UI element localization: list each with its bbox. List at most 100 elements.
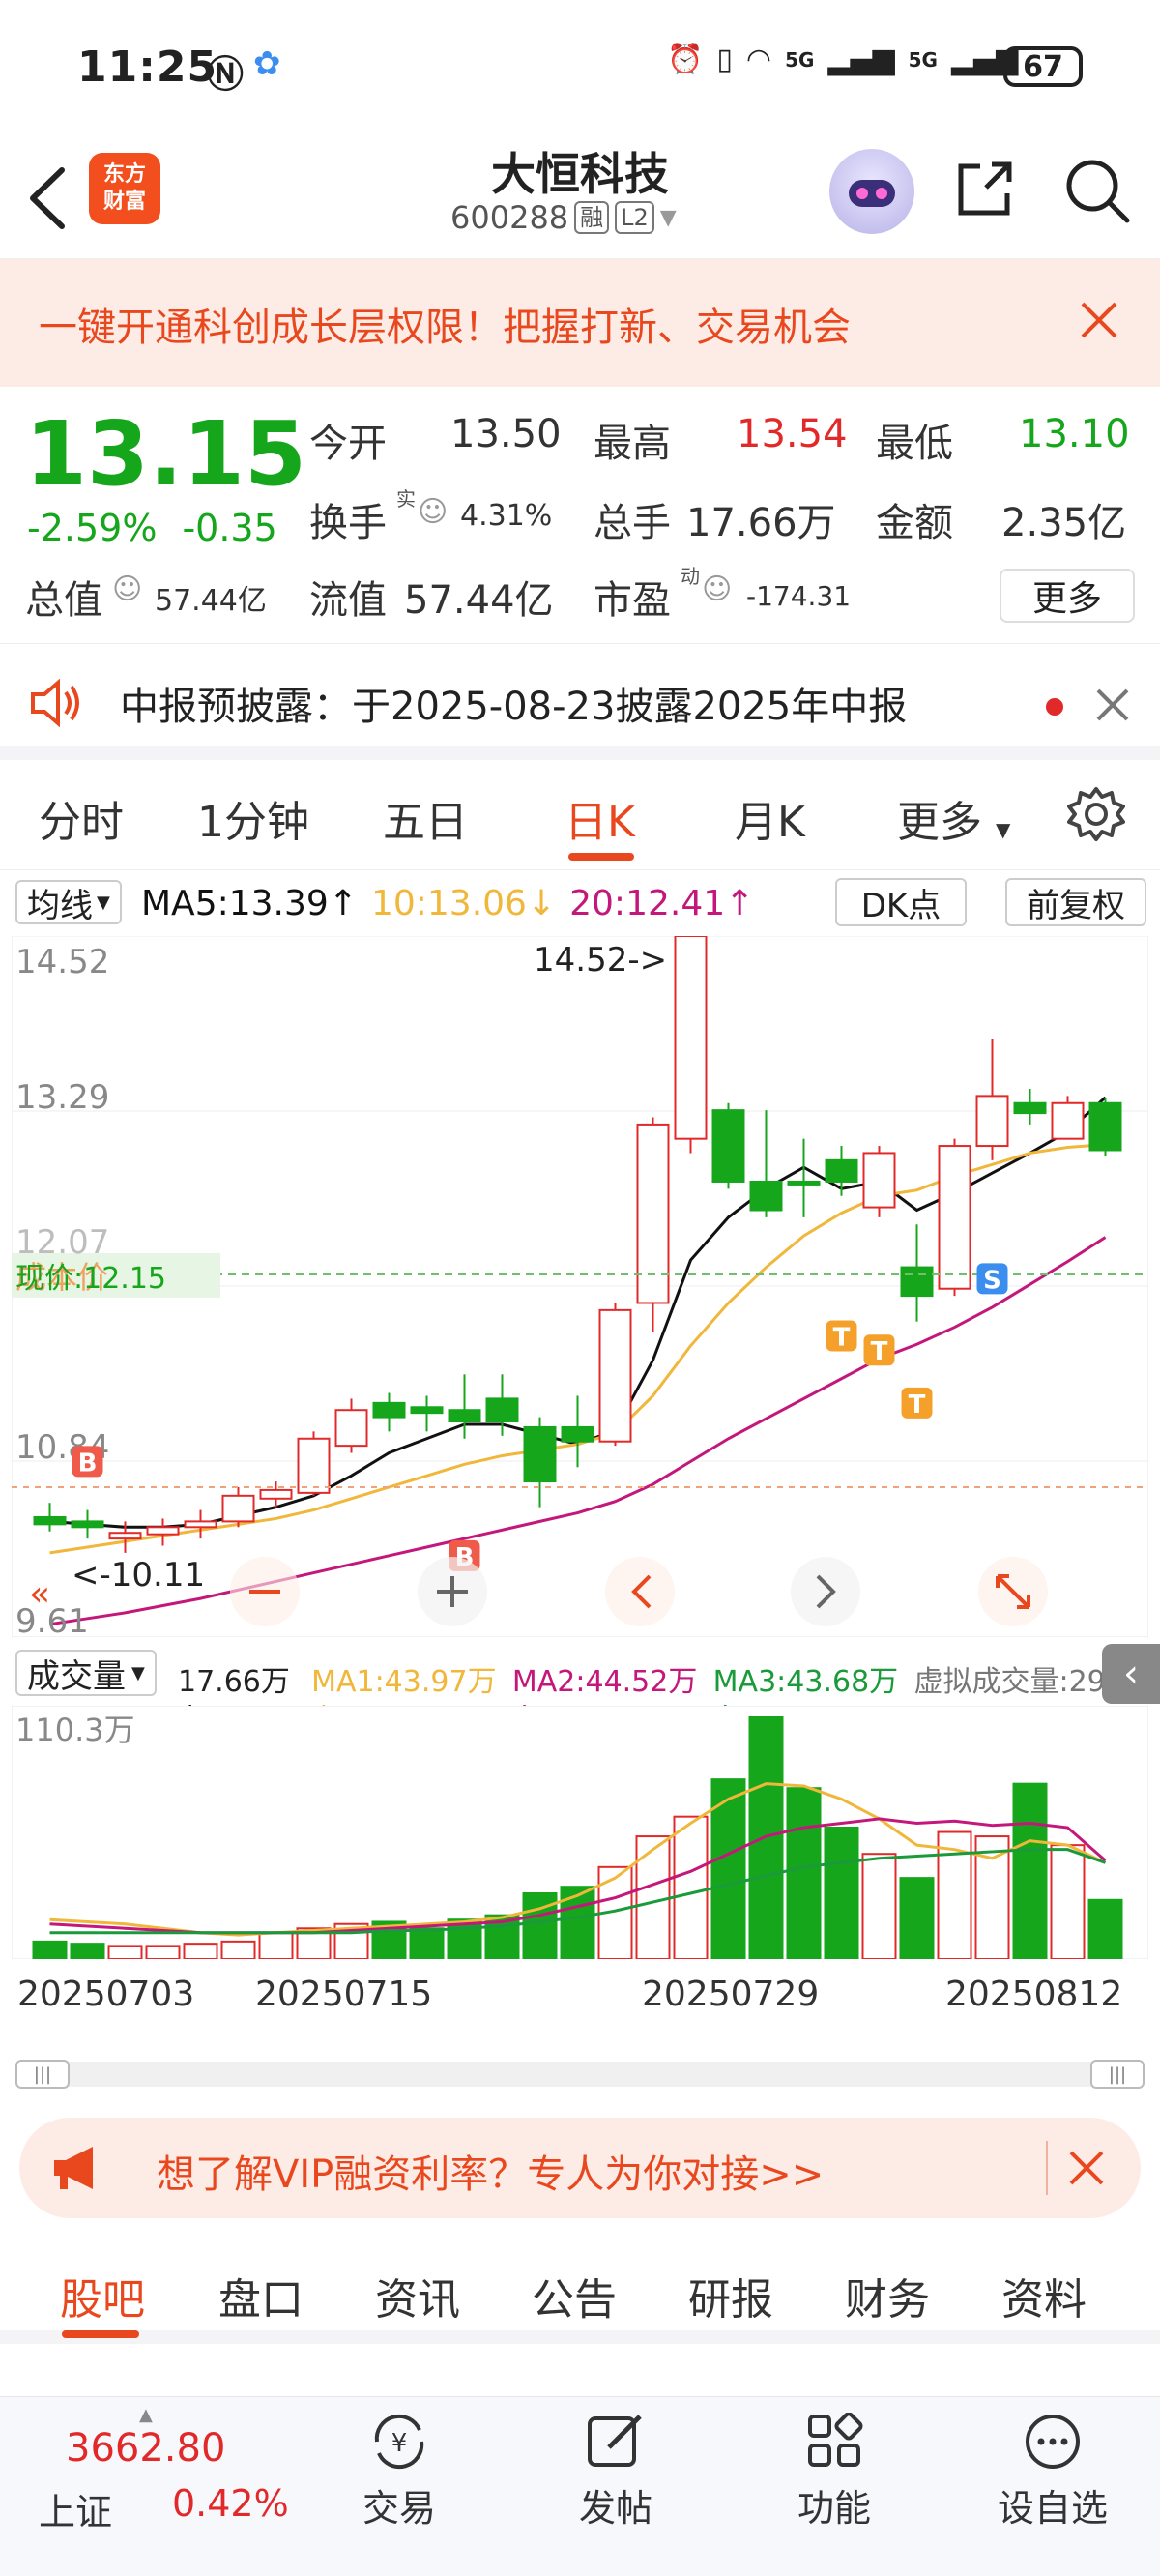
- nav-post[interactable]: 发帖: [543, 2413, 688, 2532]
- kline-chart[interactable]: 成本价 现价:12.15 14.52 13.29 12.07 10.84 9.6…: [12, 936, 1148, 1637]
- bottom-nav: ▲ 3662.80 上证 0.42% ¥ 交易 发帖 功能 设自选: [0, 2396, 1160, 2576]
- index-value[interactable]: 3662.80: [66, 2426, 225, 2471]
- margin-tag: 融: [574, 201, 610, 234]
- tab-guba[interactable]: 股吧: [60, 2265, 145, 2327]
- candle: [485, 1397, 519, 1423]
- tab-pankou[interactable]: 盘口: [218, 2265, 304, 2327]
- volume-bar: [1050, 1844, 1086, 1959]
- volume-bar: [258, 1931, 294, 1959]
- scroll-handle-left[interactable]: |||: [15, 2060, 70, 2089]
- close-icon[interactable]: [1065, 2147, 1108, 2189]
- pan-left-button[interactable]: [605, 1557, 675, 1626]
- pe-value: -174.31: [746, 580, 852, 612]
- share-icon[interactable]: [953, 157, 1017, 220]
- notice-text: 中报预披露：于2025-08-23披露2025年中报: [120, 685, 908, 729]
- status-time: 11:25: [77, 43, 218, 92]
- ma20-value: 20:12.41↑: [569, 884, 755, 923]
- notice-bar[interactable]: 中报预披露：于2025-08-23披露2025年中报: [0, 644, 1160, 760]
- candle: [975, 1095, 1009, 1148]
- candle: [221, 1494, 255, 1523]
- axis-top: 14.52: [15, 943, 109, 981]
- index-change: 0.42%: [172, 2482, 289, 2525]
- more-button[interactable]: 更多: [1000, 569, 1135, 623]
- nav-add-watchlist[interactable]: 设自选: [980, 2413, 1125, 2532]
- trade-marker-label: T: [909, 1390, 926, 1420]
- collapse-panel-button[interactable]: ‹: [1102, 1644, 1160, 1704]
- search-icon[interactable]: [1063, 157, 1131, 224]
- volume-chart[interactable]: 110.3万: [12, 1706, 1148, 1959]
- wifi-icon: ◠: [745, 43, 772, 76]
- volume-bar: [409, 1927, 445, 1959]
- battery-icon: 67: [1003, 46, 1083, 87]
- candle: [448, 1409, 481, 1423]
- turnover-label: 换手: [309, 501, 387, 545]
- tab-timeshare[interactable]: 分时: [39, 787, 124, 849]
- candle: [33, 1515, 67, 1526]
- ma-values: MA5:13.39↑ 10:13.06↓ 20:12.41↑: [141, 884, 754, 923]
- high-label: 最高: [594, 422, 671, 466]
- chart-scrollbar[interactable]: [15, 2062, 1145, 2087]
- date-label: 20250703: [17, 1975, 195, 2014]
- date-label: 20250729: [642, 1975, 820, 2014]
- tab-month-k[interactable]: 月K: [735, 787, 805, 849]
- tab-day-k[interactable]: 日K: [565, 787, 635, 849]
- scroll-left-icon[interactable]: «: [29, 1574, 50, 1614]
- pan-right-button[interactable]: [791, 1557, 860, 1626]
- close-icon[interactable]: [1094, 687, 1131, 723]
- close-icon[interactable]: [1077, 298, 1121, 342]
- vip-banner[interactable]: 想了解VIP融资利率？专人为你对接>>: [19, 2118, 1141, 2218]
- ai-assistant-icon[interactable]: [829, 149, 914, 234]
- tab-more[interactable]: 更多 ▼: [897, 787, 1010, 849]
- divider: [1046, 2141, 1048, 2195]
- turnover-value: 4.31%: [460, 499, 553, 533]
- low-label: 最低: [876, 422, 953, 466]
- fullscreen-button[interactable]: [978, 1557, 1048, 1626]
- scroll-handle-right[interactable]: |||: [1090, 2060, 1145, 2089]
- ma-select[interactable]: 均线 ▼: [15, 880, 122, 925]
- tab-news[interactable]: 资讯: [375, 2265, 460, 2327]
- volume-label: 总手: [594, 501, 671, 545]
- index-name: 上证: [39, 2491, 113, 2533]
- tab-more-label: 更多: [897, 798, 982, 847]
- info-icon[interactable]: ☺: [418, 495, 448, 529]
- tab-finance[interactable]: 财务: [845, 2265, 930, 2327]
- stock-code-row[interactable]: 600288 融 L2 ▼: [450, 199, 677, 236]
- info-icon[interactable]: ☺: [112, 572, 142, 606]
- low-value: 13.10: [1019, 412, 1130, 456]
- volume-select-label: 成交量: [27, 1656, 126, 1696]
- status-icons: ⏰ ▯ ◠ 5G ▂▄▆ 5G ▂▄▆: [667, 43, 1018, 76]
- dk-point-button[interactable]: DK点: [835, 878, 967, 926]
- nav-functions[interactable]: 功能: [762, 2413, 907, 2532]
- nav-add-watchlist-label: 设自选: [997, 2487, 1108, 2530]
- tab-1min[interactable]: 1分钟: [197, 787, 309, 849]
- gear-icon[interactable]: [1067, 785, 1125, 843]
- date-axis: 20250703 20250715 20250729 20250812: [0, 1975, 1160, 2023]
- stock-code: 600288: [450, 199, 569, 236]
- candle: [749, 1180, 783, 1212]
- promo-banner[interactable]: 一键开通科创成长层权限！把握打新、交易机会: [0, 259, 1160, 387]
- turnover-sup: 实: [396, 487, 416, 511]
- ma5-value: MA5:13.39↑: [141, 884, 358, 923]
- pencil-icon: [588, 2415, 642, 2467]
- volume-bar: [560, 1886, 595, 1959]
- period-tabs: 分时 1分钟 五日 日K 月K 更多 ▼: [0, 760, 1160, 870]
- tab-announcements[interactable]: 公告: [532, 2265, 617, 2327]
- nav-trade[interactable]: ¥ 交易: [327, 2413, 472, 2532]
- tab-profile[interactable]: 资料: [1001, 2265, 1087, 2327]
- change-amount: -0.35: [182, 507, 277, 549]
- float-value: 57.44亿: [404, 578, 554, 623]
- volume-bar: [824, 1827, 859, 1959]
- info-icon[interactable]: ☺: [702, 572, 732, 606]
- volume-bar: [1012, 1782, 1048, 1959]
- adjustment-button[interactable]: 前复权: [1005, 878, 1146, 926]
- candle: [938, 1145, 972, 1290]
- zoom-out-button[interactable]: [230, 1557, 300, 1626]
- zoom-in-button[interactable]: [418, 1557, 487, 1626]
- volume-select[interactable]: 成交量 ▼: [15, 1650, 157, 1696]
- tab-5day[interactable]: 五日: [383, 787, 468, 849]
- candle: [297, 1437, 331, 1494]
- tab-research[interactable]: 研报: [688, 2265, 773, 2327]
- change-percent: -2.59%: [27, 507, 158, 549]
- date-label: 20250715: [255, 1975, 433, 2014]
- volume-bar: [1088, 1898, 1123, 1959]
